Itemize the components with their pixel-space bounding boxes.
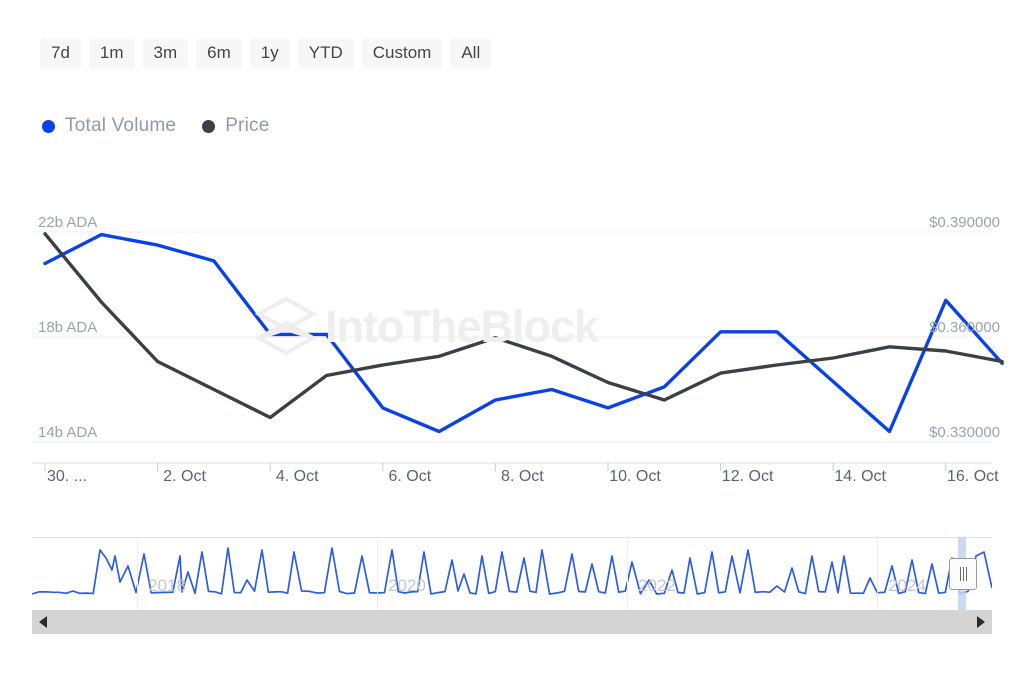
navigator-year-separator (137, 537, 138, 609)
scrollbar-thumb[interactable] (54, 610, 970, 634)
grip-line-icon (965, 567, 967, 581)
y-axis-label-right: $0.360000 (929, 319, 1000, 336)
navigator-right-handle[interactable] (949, 558, 977, 590)
grip-line-icon (962, 567, 964, 581)
scrollbar-track[interactable] (54, 610, 970, 634)
navigator-year-separator (877, 537, 878, 609)
x-axis-label: 16. Oct (947, 468, 999, 485)
x-axis-label: 6. Oct (388, 468, 432, 485)
navigator-year-separator (377, 537, 378, 609)
navigator-sparkline[interactable] (32, 532, 992, 610)
navigator-year-label: 2024 (888, 576, 926, 595)
x-axis-label: 12. Oct (721, 468, 774, 485)
range-button-custom[interactable]: Custom (361, 38, 443, 69)
range-button-ytd[interactable]: YTD (297, 38, 354, 69)
scrollbar-left-button[interactable] (32, 610, 54, 634)
x-axis-label: 30. ... (46, 468, 88, 485)
x-axis-label: 2. Oct (163, 468, 206, 485)
navigator-scrollbar[interactable] (32, 610, 992, 634)
range-button-7d[interactable]: 7d (40, 38, 81, 69)
navigator-year-label: 2022 (638, 576, 676, 595)
y-axis-label-left: 14b ADA (38, 424, 98, 441)
navigator-year-label: 2018 (148, 576, 186, 595)
x-axis-label: 4. Oct (275, 468, 319, 485)
series-line-total-volume (43, 232, 1004, 434)
x-axis-label: 10. Oct (609, 468, 661, 485)
legend-marker-icon (42, 119, 55, 133)
legend-marker-icon (202, 119, 216, 133)
y-axis-label-left: 18b ADA (38, 319, 98, 336)
y-axis-label-right: $0.330000 (929, 424, 1000, 441)
navigator-year-separator (627, 537, 628, 609)
range-button-1y[interactable]: 1y (249, 38, 290, 69)
chart-widget: 7d 1m 3m 6m 1y YTD Custom All Total Volume Price… (0, 0, 1024, 683)
series-line-price (43, 232, 1004, 420)
legend-label: Price (225, 115, 270, 136)
chart-legend: Total Volume Price (42, 115, 269, 137)
y-axis-label-right: $0.390000 (929, 214, 1000, 231)
scrollbar-right-button[interactable] (970, 610, 992, 634)
legend-item-total-volume[interactable]: Total Volume (42, 115, 176, 137)
arrow-left-icon (39, 616, 47, 628)
legend-label: Total Volume (65, 115, 177, 136)
range-button-1m[interactable]: 1m (88, 38, 135, 69)
legend-item-price[interactable]: Price (202, 115, 269, 137)
x-axis-label: 8. Oct (501, 468, 544, 485)
x-axis-labels: 30. ... 2. Oct 4. Oct 6. Oct 8. Oct 10. Oct 12… (0, 468, 1024, 498)
range-button-all[interactable]: All (450, 38, 492, 69)
range-selector: 7d 1m 3m 6m 1y YTD Custom All (40, 38, 492, 69)
navigator-year-label: 2020 (388, 576, 426, 595)
chart-plot-area (32, 231, 1004, 471)
grip-line-icon (959, 567, 961, 581)
chart-navigator[interactable]: 2018 2020 2022 2024 (32, 532, 992, 610)
x-axis-label: 14. Oct (834, 468, 886, 485)
range-button-3m[interactable]: 3m (142, 38, 189, 69)
y-axis-label-left: 22b ADA (38, 214, 98, 231)
arrow-right-icon (977, 616, 985, 628)
range-button-6m[interactable]: 6m (196, 38, 242, 69)
